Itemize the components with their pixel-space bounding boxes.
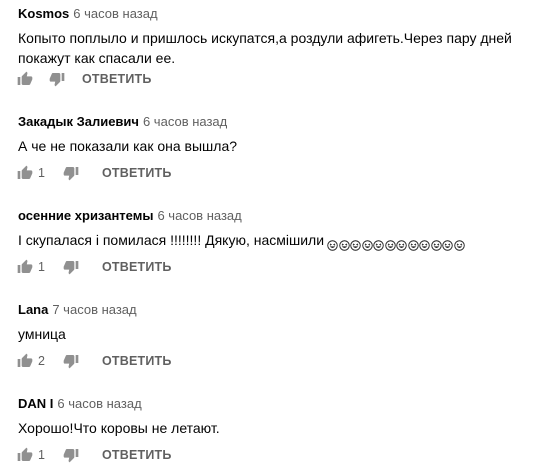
comment-author[interactable]: Закадык Залиевич — [18, 114, 139, 129]
thumbs-down-icon[interactable] — [48, 70, 66, 88]
comment-item: Kosmos 6 часов назад Копыто поплыло и при… — [18, 6, 551, 68]
grinning-squinting-face-icon — [407, 236, 419, 251]
comment-text: Хорошо!Что коровы не летают. — [18, 420, 220, 436]
comment-timestamp[interactable]: 6 часов назад — [57, 396, 141, 411]
grinning-squinting-face-icon — [430, 236, 442, 251]
comment-timestamp[interactable]: 7 часов назад — [52, 302, 136, 317]
emoji-row — [327, 236, 465, 251]
reply-button[interactable]: ОТВЕТИТЬ — [102, 448, 172, 462]
like-count: 2 — [38, 354, 45, 368]
thumbs-up-icon[interactable] — [16, 446, 34, 464]
comment-timestamp[interactable]: 6 часов назад — [157, 208, 241, 223]
comment-toolbar: 2 ОТВЕТИТЬ — [16, 351, 172, 371]
thumbs-up-icon[interactable] — [16, 352, 34, 370]
grinning-squinting-face-icon — [384, 236, 396, 251]
comment-header: осенние хризантемы 6 часов назад — [18, 208, 551, 224]
grinning-squinting-face-icon — [442, 236, 453, 251]
comment-toolbar: 1 ОТВЕТИТЬ — [16, 445, 172, 465]
comment-text: умница — [18, 326, 66, 342]
comment-text: Копыто поплыло и пришлось искупатся,а ро… — [18, 30, 512, 66]
like-count: 1 — [38, 448, 45, 462]
thumbs-up-icon[interactable] — [16, 258, 34, 276]
like-count: 1 — [38, 166, 45, 180]
comment-author[interactable]: Kosmos — [18, 6, 69, 21]
grinning-squinting-face-icon — [419, 236, 430, 251]
comment-toolbar: 1 ОТВЕТИТЬ — [16, 257, 172, 277]
comment-text: А че не показали как она вышла? — [18, 138, 238, 154]
grinning-squinting-face-icon — [453, 236, 465, 251]
grinning-squinting-face-icon — [361, 236, 373, 251]
comment-toolbar: ОТВЕТИТЬ — [16, 69, 152, 89]
comment-toolbar: 1 ОТВЕТИТЬ — [16, 163, 172, 183]
comment-text-body: І скупалася і помилася !!!!!!!! Дякую, н… — [18, 232, 325, 248]
thumbs-down-icon[interactable] — [62, 258, 80, 276]
comment-item: Закадык Залиевич 6 часов назад А че не по… — [18, 114, 551, 156]
reply-button[interactable]: ОТВЕТИТЬ — [102, 166, 172, 180]
thumbs-down-icon[interactable] — [62, 446, 80, 464]
comment-header: DAN I 6 часов назад — [18, 396, 551, 412]
comment-header: Закадык Залиевич 6 часов назад — [18, 114, 551, 130]
grinning-squinting-face-icon — [373, 236, 384, 251]
thumbs-up-icon[interactable] — [16, 70, 34, 88]
thumbs-up-icon[interactable] — [16, 164, 34, 182]
comment-timestamp[interactable]: 6 часов назад — [73, 6, 157, 21]
comment-author[interactable]: Lana — [18, 302, 48, 317]
thumbs-down-icon[interactable] — [62, 352, 80, 370]
comment-timestamp[interactable]: 6 часов назад — [143, 114, 227, 129]
like-count: 1 — [38, 260, 45, 274]
grinning-squinting-face-icon — [350, 236, 361, 251]
grinning-squinting-face-icon — [338, 236, 350, 251]
reply-button[interactable]: ОТВЕТИТЬ — [82, 72, 152, 86]
comment-header: Lana 7 часов назад — [18, 302, 551, 318]
grinning-squinting-face-icon — [396, 236, 407, 251]
grinning-squinting-face-icon — [327, 236, 338, 251]
comment-item: DAN I 6 часов назад Хорошо!Что коровы не … — [18, 396, 551, 438]
reply-button[interactable]: ОТВЕТИТЬ — [102, 260, 172, 274]
comment-header: Kosmos 6 часов назад — [18, 6, 551, 22]
comment-author[interactable]: осенние хризантемы — [18, 208, 153, 223]
comment-author[interactable]: DAN I — [18, 396, 53, 411]
comment-text: І скупалася і помилася !!!!!!!! Дякую, н… — [18, 230, 551, 251]
thumbs-down-icon[interactable] — [62, 164, 80, 182]
reply-button[interactable]: ОТВЕТИТЬ — [102, 354, 172, 368]
comment-item: Lana 7 часов назад умница — [18, 302, 551, 344]
comment-item: осенние хризантемы 6 часов назад І скупал… — [18, 208, 551, 251]
